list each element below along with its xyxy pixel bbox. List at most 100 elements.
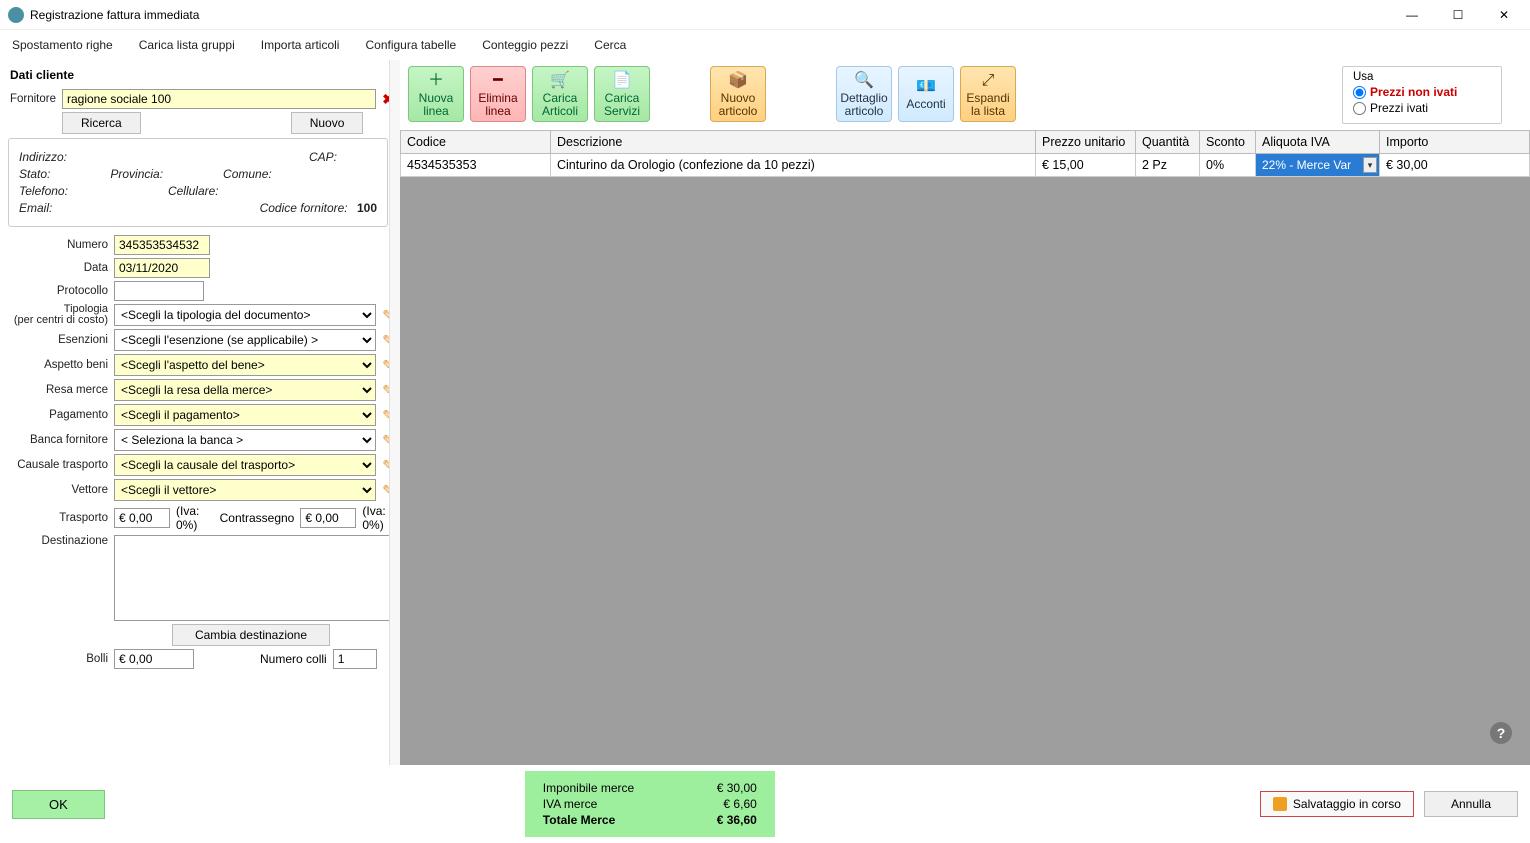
maximize-button[interactable]: ☐: [1444, 8, 1472, 22]
cell-descrizione[interactable]: Cinturino da Orologio (confezione da 10 …: [551, 154, 1036, 177]
titlebar: Registrazione fattura immediata — ☐ ✕: [0, 0, 1530, 30]
ok-button[interactable]: OK: [12, 790, 105, 819]
esenzioni-select[interactable]: <Scegli l'esenzione (se applicabile) >: [114, 329, 376, 351]
fornitore-label: Fornitore: [8, 93, 56, 105]
data-input[interactable]: [114, 258, 210, 278]
window-controls: — ☐ ✕: [1398, 8, 1522, 22]
banca-label: Banca fornitore: [8, 434, 108, 446]
pagamento-select[interactable]: <Scegli il pagamento>: [114, 404, 376, 426]
cell-importo[interactable]: € 30,00: [1380, 154, 1530, 177]
help-icon[interactable]: ?: [1490, 722, 1512, 744]
edit-esenzioni-icon[interactable]: ✎: [382, 332, 394, 349]
cambia-destinazione-button[interactable]: Cambia destinazione: [172, 624, 330, 646]
aspetto-select[interactable]: <Scegli l'aspetto del bene>: [114, 354, 376, 376]
trasporto-iva: (Iva: 0%): [176, 504, 208, 532]
col-descrizione[interactable]: Descrizione: [551, 131, 1036, 154]
bolli-input[interactable]: [114, 649, 194, 669]
package-icon: 📦: [728, 71, 748, 91]
annulla-button[interactable]: Annulla: [1424, 791, 1518, 817]
indirizzo-label: Indirizzo:: [19, 150, 67, 164]
fornitore-input[interactable]: [62, 89, 376, 109]
lines-grid: Codice Descrizione Prezzo unitario Quant…: [400, 130, 1530, 177]
causale-label: Causale trasporto: [8, 459, 108, 471]
minus-icon: ━: [488, 71, 508, 91]
cell-quantita[interactable]: 2 Pz: [1136, 154, 1200, 177]
tipologia-select[interactable]: <Scegli la tipologia del documento>: [114, 304, 376, 326]
esenzioni-label: Esenzioni: [8, 334, 108, 346]
destinazione-textarea[interactable]: [114, 535, 394, 621]
elimina-linea-button[interactable]: ━Elimina linea: [470, 66, 526, 122]
colli-input[interactable]: [333, 649, 377, 669]
col-quantita[interactable]: Quantità: [1136, 131, 1200, 154]
nuovo-articolo-button[interactable]: 📦Nuovo articolo: [710, 66, 766, 122]
nuovo-fornitore-button[interactable]: Nuovo: [291, 112, 364, 134]
footer: OK Imponibile merce€ 30,00 IVA merce€ 6,…: [0, 765, 1530, 843]
espandi-lista-button[interactable]: ⤢Espandi la lista: [960, 66, 1016, 122]
iva-dropdown-icon[interactable]: ▾: [1363, 157, 1377, 173]
trasporto-input[interactable]: [114, 508, 170, 528]
cell-prezzo[interactable]: € 15,00: [1036, 154, 1136, 177]
acconti-button[interactable]: 💶Acconti: [898, 66, 954, 122]
ricerca-button[interactable]: Ricerca: [62, 112, 141, 134]
cap-label: CAP:: [309, 150, 377, 164]
edit-tipologia-icon[interactable]: ✎: [382, 307, 394, 324]
trasporto-label: Trasporto: [8, 512, 108, 524]
protocollo-input[interactable]: [114, 281, 204, 301]
vettore-label: Vettore: [8, 484, 108, 496]
edit-banca-icon[interactable]: ✎: [382, 432, 394, 449]
banca-select[interactable]: < Seleziona la banca >: [114, 429, 376, 451]
col-importo[interactable]: Importo: [1380, 131, 1530, 154]
col-prezzo[interactable]: Prezzo unitario: [1036, 131, 1136, 154]
numero-input[interactable]: [114, 235, 210, 255]
carica-articoli-button[interactable]: 🛒Carica Articoli: [532, 66, 588, 122]
cell-codice[interactable]: 4534535353: [401, 154, 551, 177]
save-icon: [1273, 797, 1287, 811]
iva-value: € 6,60: [723, 797, 756, 811]
left-panel: Dati cliente Fornitore ✖ Ricerca Nuovo I…: [0, 60, 400, 765]
menu-carica-lista[interactable]: Carica lista gruppi: [139, 38, 235, 52]
menu-configura[interactable]: Configura tabelle: [365, 38, 456, 52]
dettaglio-articolo-button[interactable]: 🔍Dettaglio articolo: [836, 66, 892, 122]
codice-fornitore-value: 100: [357, 201, 377, 215]
telefono-label: Telefono:: [19, 184, 68, 198]
address-box: Indirizzo:CAP: Stato:Provincia:Comune: T…: [8, 138, 388, 227]
menu-importa[interactable]: Importa articoli: [261, 38, 340, 52]
radio-ivati[interactable]: Prezzi ivati: [1353, 101, 1491, 115]
codice-fornitore-label: Codice fornitore: 100: [260, 201, 377, 215]
bolli-label: Bolli: [8, 653, 108, 665]
toolbar: ＋Nuova linea ━Elimina linea 🛒Carica Arti…: [400, 60, 1530, 130]
edit-aspetto-icon[interactable]: ✎: [382, 357, 394, 374]
edit-causale-icon[interactable]: ✎: [382, 457, 394, 474]
table-row[interactable]: 4534535353 Cinturino da Orologio (confez…: [401, 154, 1530, 177]
col-sconto[interactable]: Sconto: [1200, 131, 1256, 154]
resa-label: Resa merce: [8, 384, 108, 396]
minimize-button[interactable]: —: [1398, 8, 1426, 22]
stato-label: Stato:: [19, 167, 50, 181]
cell-iva[interactable]: 22% - Merce Var▾: [1256, 154, 1380, 177]
pagamento-label: Pagamento: [8, 409, 108, 421]
menu-cerca[interactable]: Cerca: [594, 38, 626, 52]
close-button[interactable]: ✕: [1490, 8, 1518, 22]
edit-resa-icon[interactable]: ✎: [382, 382, 394, 399]
col-iva[interactable]: Aliquota IVA: [1256, 131, 1380, 154]
menu-spostamento[interactable]: Spostamento righe: [12, 38, 113, 52]
contrassegno-input[interactable]: [300, 508, 356, 528]
col-codice[interactable]: Codice: [401, 131, 551, 154]
resa-select[interactable]: <Scegli la resa della merce>: [114, 379, 376, 401]
totals-box: Imponibile merce€ 30,00 IVA merce€ 6,60 …: [525, 771, 775, 837]
nuova-linea-button[interactable]: ＋Nuova linea: [408, 66, 464, 122]
vettore-select[interactable]: <Scegli il vettore>: [114, 479, 376, 501]
radio-non-ivati[interactable]: Prezzi non ivati: [1353, 85, 1491, 99]
cell-sconto[interactable]: 0%: [1200, 154, 1256, 177]
salvataggio-button[interactable]: Salvataggio in corso: [1260, 791, 1414, 817]
grid-wrapper[interactable]: Codice Descrizione Prezzo unitario Quant…: [400, 130, 1530, 765]
clear-fornitore-icon[interactable]: ✖: [382, 91, 394, 108]
edit-pagamento-icon[interactable]: ✎: [382, 407, 394, 424]
menu-conteggio[interactable]: Conteggio pezzi: [482, 38, 568, 52]
carica-servizi-button[interactable]: 📄Carica Servizi: [594, 66, 650, 122]
protocollo-label: Protocollo: [8, 285, 108, 297]
edit-vettore-icon[interactable]: ✎: [382, 482, 394, 499]
tipologia-label: Tipologia(per centri di costo): [8, 304, 108, 326]
causale-select[interactable]: <Scegli la causale del trasporto>: [114, 454, 376, 476]
destinazione-label: Destinazione: [8, 535, 108, 547]
